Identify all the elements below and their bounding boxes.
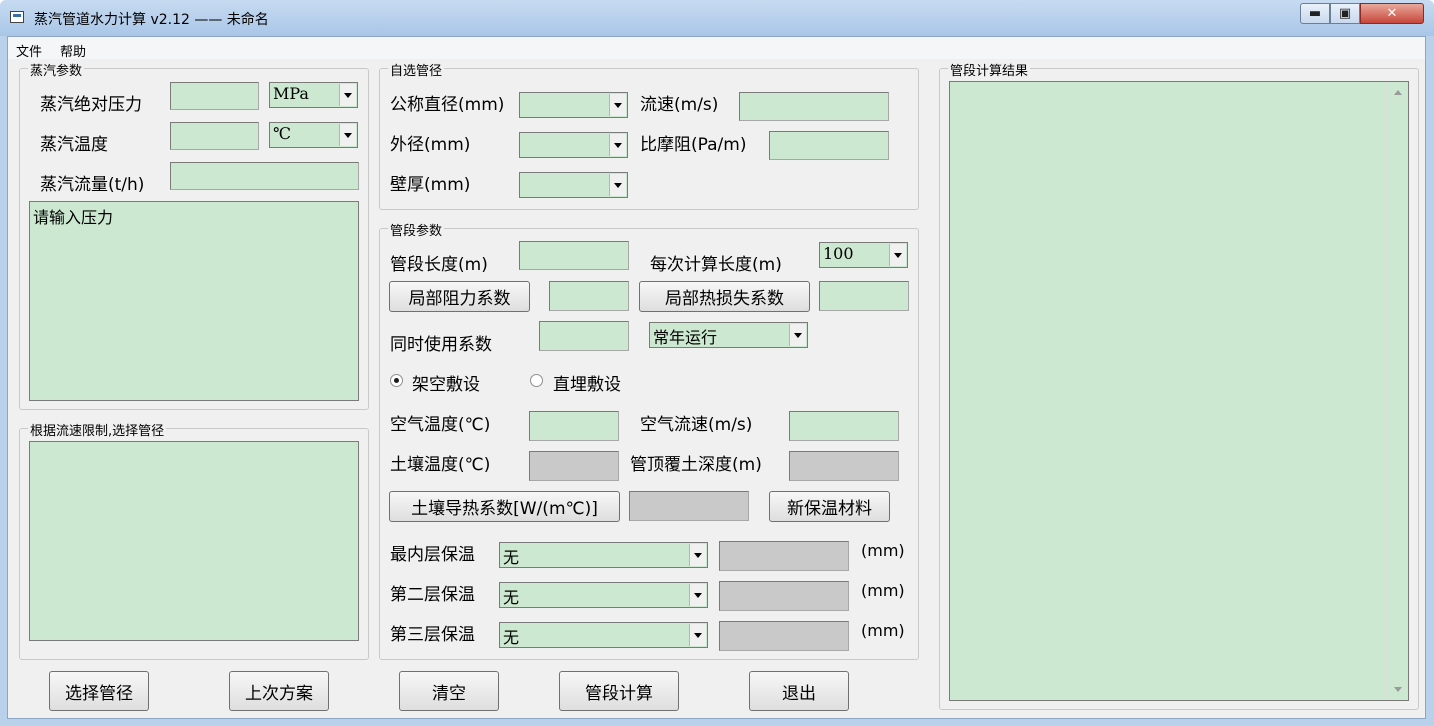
segment-length-label: 管段长度(m) xyxy=(390,255,488,275)
results-group-label: 管段计算结果 xyxy=(948,60,1031,79)
nominal-diameter-label: 公称直径(mm) xyxy=(390,95,505,115)
local-resistance-input[interactable] xyxy=(549,281,629,311)
outer-diameter-select[interactable] xyxy=(519,132,628,158)
buried-radio-label[interactable]: 直埋敷设 xyxy=(553,370,621,395)
results-text-area[interactable] xyxy=(949,81,1409,701)
local-resistance-button[interactable]: 局部阻力系数 xyxy=(389,281,530,312)
overhead-radio-label[interactable]: 架空敷设 xyxy=(412,370,480,395)
nominal-diameter-select[interactable] xyxy=(519,92,628,118)
cover-depth-input xyxy=(789,451,899,481)
steam-message-box[interactable]: 请输入压力 xyxy=(29,201,359,401)
title-bar[interactable]: 蒸汽管道水力计算 v2.12 —— 未命名 ▬ ▣ ✕ xyxy=(0,0,1434,36)
menu-file[interactable]: 文件 xyxy=(16,41,42,60)
layer3-label: 第三层保温 xyxy=(390,625,475,645)
chevron-down-icon[interactable] xyxy=(689,584,706,606)
chevron-down-icon[interactable] xyxy=(689,624,706,646)
flow-input[interactable] xyxy=(170,162,359,190)
chevron-down-icon[interactable] xyxy=(609,134,626,156)
simultaneous-factor-label: 同时使用系数 xyxy=(390,335,492,355)
minimize-button[interactable]: ▬ xyxy=(1300,3,1330,24)
friction-label: 比摩阻(Pa/m) xyxy=(640,135,747,155)
menu-bar: 文件 帮助 xyxy=(8,37,1425,60)
soil-conductivity-input xyxy=(629,491,749,521)
layer2-unit: (mm) xyxy=(861,581,905,600)
custom-pipe-group-label: 自选管径 xyxy=(388,60,445,79)
layer2-material-select[interactable]: 无 xyxy=(499,582,708,608)
temp-input[interactable] xyxy=(170,122,259,150)
air-temp-input[interactable] xyxy=(529,411,619,441)
pressure-label: 蒸汽绝对压力 xyxy=(40,95,142,115)
operation-mode-select[interactable]: 常年运行 xyxy=(649,322,808,348)
select-pipe-button[interactable]: 选择管径 xyxy=(49,671,149,711)
soil-temp-input xyxy=(529,451,619,481)
chevron-down-icon[interactable] xyxy=(609,94,626,116)
soil-temp-label: 土壤温度(℃) xyxy=(390,455,491,475)
temp-unit-select[interactable]: ℃ xyxy=(269,122,358,148)
layer2-material-value: 无 xyxy=(503,588,520,607)
chevron-down-icon[interactable] xyxy=(889,244,906,266)
friction-input[interactable] xyxy=(769,131,889,160)
app-window: 蒸汽管道水力计算 v2.12 —— 未命名 ▬ ▣ ✕ 文件 帮助 蒸汽参数 蒸… xyxy=(0,0,1434,726)
layer1-thickness-input xyxy=(719,541,849,571)
layer1-material-select[interactable]: 无 xyxy=(499,542,708,568)
segment-length-input[interactable] xyxy=(519,241,629,270)
local-heat-loss-button[interactable]: 局部热损失系数 xyxy=(639,281,810,312)
segment-params-group-label: 管段参数 xyxy=(388,220,445,239)
app-icon xyxy=(10,11,24,23)
pressure-unit-value: MPa xyxy=(273,84,309,103)
exit-button[interactable]: 退出 xyxy=(749,671,849,711)
local-heat-loss-input[interactable] xyxy=(819,281,909,311)
cover-depth-label: 管顶覆土深度(m) xyxy=(630,455,762,475)
layer3-thickness-input xyxy=(719,621,849,651)
maximize-button[interactable]: ▣ xyxy=(1330,3,1360,24)
close-button[interactable]: ✕ xyxy=(1360,3,1424,24)
velocity-input[interactable] xyxy=(739,92,889,121)
layer3-material-select[interactable]: 无 xyxy=(499,622,708,648)
chevron-down-icon[interactable] xyxy=(689,544,706,566)
layer1-material-value: 无 xyxy=(503,548,520,567)
velocity-select-group-label: 根据流速限制,选择管径 xyxy=(28,420,167,439)
pressure-unit-select[interactable]: MPa xyxy=(269,82,358,108)
last-plan-button[interactable]: 上次方案 xyxy=(229,671,329,711)
clear-button[interactable]: 清空 xyxy=(399,671,499,711)
outer-diameter-label: 外径(mm) xyxy=(390,135,471,155)
buried-radio[interactable] xyxy=(530,374,543,387)
air-speed-input[interactable] xyxy=(789,411,899,441)
chevron-down-icon[interactable] xyxy=(339,124,356,146)
results-scrollbar[interactable] xyxy=(1386,82,1408,700)
velocity-select-list[interactable] xyxy=(29,441,359,641)
velocity-label: 流速(m/s) xyxy=(640,95,719,115)
layer2-label: 第二层保温 xyxy=(390,585,475,605)
new-insulation-button[interactable]: 新保温材料 xyxy=(769,491,890,522)
chevron-down-icon[interactable] xyxy=(609,174,626,196)
chevron-down-icon[interactable] xyxy=(789,324,806,346)
step-length-select[interactable]: 100 xyxy=(819,242,908,268)
air-temp-label: 空气温度(℃) xyxy=(390,415,491,435)
segment-calc-button[interactable]: 管段计算 xyxy=(559,671,679,711)
wall-thickness-label: 壁厚(mm) xyxy=(390,175,471,195)
scroll-up-icon[interactable] xyxy=(1394,90,1402,95)
temp-unit-value: ℃ xyxy=(273,124,291,143)
soil-conductivity-button[interactable]: 土壤导热系数[W/(m℃)] xyxy=(389,491,620,522)
scroll-down-icon[interactable] xyxy=(1394,687,1402,692)
operation-mode-value: 常年运行 xyxy=(653,328,718,347)
step-length-value: 100 xyxy=(823,244,854,263)
window-title: 蒸汽管道水力计算 v2.12 —— 未命名 xyxy=(34,12,269,28)
air-speed-label: 空气流速(m/s) xyxy=(640,415,753,435)
menu-help[interactable]: 帮助 xyxy=(60,41,86,60)
layer3-unit: (mm) xyxy=(861,621,905,640)
overhead-radio[interactable] xyxy=(390,374,403,387)
step-length-label: 每次计算长度(m) xyxy=(650,255,782,275)
simultaneous-factor-input[interactable] xyxy=(539,321,629,351)
wall-thickness-select[interactable] xyxy=(519,172,628,198)
layer1-label: 最内层保温 xyxy=(390,545,475,565)
layer3-material-value: 无 xyxy=(503,628,520,647)
layer2-thickness-input xyxy=(719,581,849,611)
pressure-input[interactable] xyxy=(170,82,259,110)
temp-label: 蒸汽温度 xyxy=(40,135,108,155)
flow-label: 蒸汽流量(t/h) xyxy=(40,175,145,195)
steam-params-group-label: 蒸汽参数 xyxy=(28,60,85,79)
layer1-unit: (mm) xyxy=(861,541,905,560)
chevron-down-icon[interactable] xyxy=(339,84,356,106)
